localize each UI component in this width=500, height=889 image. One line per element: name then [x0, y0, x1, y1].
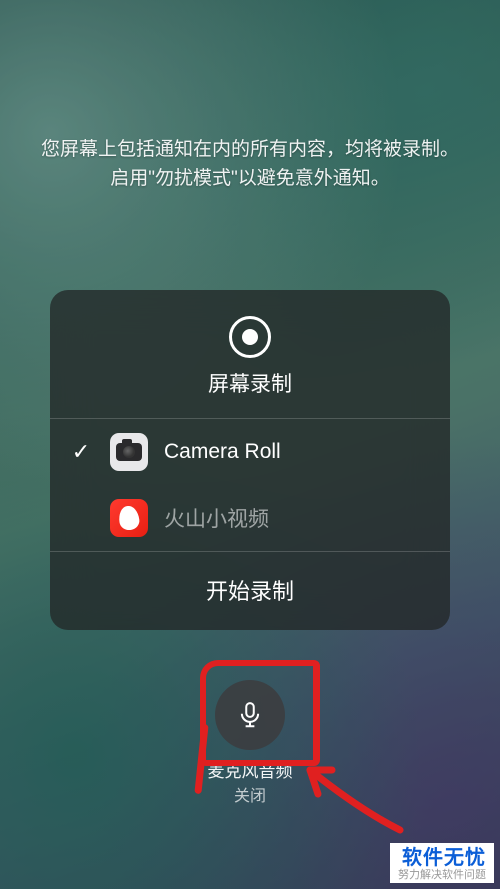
huoshan-icon — [110, 499, 148, 537]
microphone-icon — [235, 700, 265, 730]
instruction-line1: 您屏幕上包括通知在内的所有内容，均将被录制。 — [41, 139, 459, 160]
mic-state-text: 关闭 — [208, 785, 293, 808]
record-icon — [229, 316, 271, 358]
instruction-text: 您屏幕上包括通知在内的所有内容，均将被录制。 启用"勿扰模式"以避免意外通知。 — [0, 135, 500, 194]
microphone-toggle-button[interactable] — [215, 680, 285, 750]
watermark-title: 软件无忧 — [398, 847, 486, 869]
screen-recording-panel: 屏幕录制 ✓ Camera Roll 火山小视频 开始录制 — [50, 290, 450, 630]
screen-background: 您屏幕上包括通知在内的所有内容，均将被录制。 启用"勿扰模式"以避免意外通知。 … — [0, 0, 500, 889]
recording-target-huoshan[interactable]: 火山小视频 — [50, 485, 450, 551]
panel-title: 屏幕录制 — [208, 368, 292, 398]
watermark-subtitle: 努力解决软件问题 — [398, 869, 486, 881]
microphone-label: 麦克风音频 关闭 — [208, 760, 293, 808]
instruction-line2: 启用"勿扰模式"以避免意外通知。 — [110, 168, 390, 189]
panel-header: 屏幕录制 — [50, 290, 450, 418]
watermark: 软件无忧 努力解决软件问题 — [390, 843, 494, 883]
start-recording-button[interactable]: 开始录制 — [50, 552, 450, 630]
option-label: Camera Roll — [164, 440, 281, 464]
mic-label-text: 麦克风音频 — [208, 762, 293, 781]
camera-icon — [110, 433, 148, 471]
recording-target-camera-roll[interactable]: ✓ Camera Roll — [50, 419, 450, 485]
option-label: 火山小视频 — [164, 503, 269, 533]
checkmark-icon: ✓ — [68, 439, 94, 465]
